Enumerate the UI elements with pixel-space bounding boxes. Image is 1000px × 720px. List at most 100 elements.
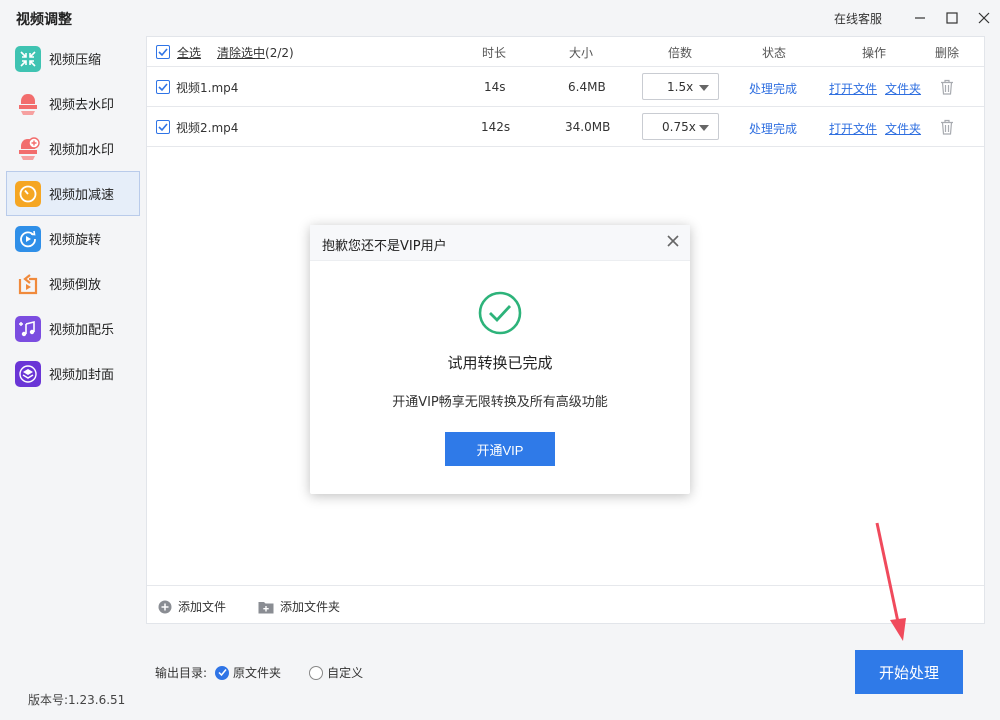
select-all-checkbox[interactable]: [156, 45, 170, 59]
add-folder-icon: [258, 601, 274, 613]
maximize-button[interactable]: [936, 0, 968, 36]
output-label: 输出目录:: [155, 666, 208, 680]
checkmark-icon: [158, 83, 168, 92]
dialog-header: 抱歉您还不是VIP用户: [310, 225, 690, 261]
start-process-button[interactable]: 开始处理: [855, 650, 963, 694]
header-delete: 删除: [935, 46, 960, 60]
file-name: 视频1.mp4: [176, 81, 239, 95]
sidebar-item-label: 视频加减速: [49, 188, 115, 203]
sidebar-item-label: 视频倒放: [49, 278, 102, 293]
table-row: 视频1.mp4 14s 6.4MB 1.5x 处理完成 打开文件 文件夹: [147, 67, 984, 107]
output-directory: 输出目录: 原文件夹 自定义: [155, 664, 363, 681]
sidebar: 视频压缩 视频去水印 视频加水印 视频加减速 视频旋转 视频倒放 视频加配乐 视…: [6, 36, 140, 396]
app-title: 视频调整: [16, 12, 72, 28]
table-header: 全选 清除选中(2/2) 时长 大小 倍数 状态 操作 删除: [147, 37, 984, 67]
file-duration: 142s: [481, 120, 511, 134]
header-status: 状态: [762, 46, 787, 60]
cover-icon: [15, 360, 41, 387]
sidebar-item-rotate[interactable]: 视频旋转: [6, 216, 140, 261]
clear-selected-link[interactable]: 清除选中: [217, 46, 265, 60]
compress-icon: [15, 45, 41, 72]
close-window-button[interactable]: [968, 0, 1000, 36]
option-custom-label: 自定义: [327, 666, 364, 680]
radio-original-folder[interactable]: [215, 665, 230, 680]
version-label: 版本号:1.23.6.51: [28, 693, 126, 707]
header-size: 大小: [569, 46, 594, 60]
sidebar-item-label: 视频加配乐: [49, 323, 115, 338]
sidebar-item-compress[interactable]: 视频压缩: [6, 36, 140, 81]
row-checkbox[interactable]: [156, 80, 170, 94]
open-file-link[interactable]: 打开文件: [829, 120, 877, 137]
file-size: 6.4MB: [568, 80, 606, 94]
open-folder-link[interactable]: 文件夹: [885, 80, 921, 97]
add-file-button[interactable]: 添加文件: [158, 598, 226, 615]
status-done: 处理完成: [749, 82, 798, 96]
sidebar-item-label: 视频压缩: [49, 53, 102, 68]
trash-icon: [941, 79, 953, 95]
minimize-icon: [915, 17, 925, 19]
pointer-arrow-icon: [875, 522, 906, 641]
reverse-icon: [15, 271, 41, 297]
vip-dialog: 抱歉您还不是VIP用户 试用转换已完成 开通VIP畅享无限转换及所有高级功能 开…: [310, 225, 690, 494]
sidebar-item-speed[interactable]: 视频加减速: [6, 171, 140, 216]
delete-button[interactable]: [939, 119, 955, 139]
add-watermark-icon: [15, 136, 41, 162]
radio-custom[interactable]: [309, 665, 324, 680]
add-folder-label: 添加文件夹: [280, 600, 341, 614]
select-all-link[interactable]: 全选: [177, 44, 201, 61]
open-file-link[interactable]: 打开文件: [829, 80, 877, 97]
title-bar: 视频调整 在线客服: [0, 0, 1000, 36]
list-footer: 添加文件 添加文件夹: [147, 585, 984, 624]
status-done: 处理完成: [749, 122, 798, 136]
close-icon: [667, 235, 679, 247]
open-folder-link[interactable]: 文件夹: [885, 120, 921, 137]
sidebar-item-music[interactable]: 视频加配乐: [6, 306, 140, 351]
header-action: 操作: [862, 46, 887, 60]
chevron-down-icon: [699, 125, 709, 131]
maximize-icon: [946, 12, 958, 24]
chevron-down-icon: [699, 85, 709, 91]
option-original-label: 原文件夹: [233, 666, 282, 680]
checkmark-icon: [158, 48, 168, 57]
add-folder-button[interactable]: 添加文件夹: [258, 598, 340, 615]
rotate-icon: [15, 225, 41, 252]
trash-icon: [941, 119, 953, 135]
sidebar-item-label: 视频加封面: [49, 368, 115, 383]
close-icon: [978, 12, 990, 24]
row-checkbox[interactable]: [156, 120, 170, 134]
sidebar-item-cover[interactable]: 视频加封面: [6, 351, 140, 396]
checkmark-icon: [158, 123, 168, 132]
music-icon: [15, 315, 41, 342]
sidebar-item-label: 视频去水印: [49, 98, 115, 113]
speed-select[interactable]: 1.5x: [642, 73, 719, 100]
dialog-message: 试用转换已完成: [447, 354, 553, 372]
file-size: 34.0MB: [565, 120, 611, 134]
sidebar-item-remove-watermark[interactable]: 视频去水印: [6, 81, 140, 126]
header-duration: 时长: [482, 46, 507, 60]
dialog-title: 抱歉您还不是VIP用户: [322, 239, 447, 254]
file-name: 视频2.mp4: [176, 121, 239, 135]
speed-select[interactable]: 0.75x: [642, 113, 719, 140]
file-duration: 14s: [484, 80, 506, 94]
sidebar-item-add-watermark[interactable]: 视频加水印: [6, 126, 140, 171]
sidebar-item-label: 视频旋转: [49, 233, 102, 248]
speed-value: 1.5x: [667, 80, 694, 94]
clear-selected-group: 清除选中(2/2): [217, 44, 294, 61]
header-speed: 倍数: [668, 46, 693, 60]
delete-button[interactable]: [939, 79, 955, 99]
open-vip-button[interactable]: 开通VIP: [445, 432, 555, 466]
sidebar-item-label: 视频加水印: [49, 143, 115, 158]
speed-icon: [15, 180, 41, 207]
dialog-close-button[interactable]: [666, 234, 680, 252]
selected-count: (2/2): [265, 46, 294, 60]
checkmark-icon: [218, 669, 227, 677]
remove-watermark-icon: [15, 91, 41, 117]
minimize-button[interactable]: [904, 0, 936, 36]
online-service-link[interactable]: 在线客服: [834, 10, 882, 27]
dialog-subtext: 开通VIP畅享无限转换及所有高级功能: [392, 395, 608, 410]
success-check-icon: [478, 291, 522, 335]
speed-value: 0.75x: [662, 120, 696, 134]
add-file-label: 添加文件: [178, 600, 227, 614]
table-row: 视频2.mp4 142s 34.0MB 0.75x 处理完成 打开文件 文件夹: [147, 107, 984, 147]
sidebar-item-reverse[interactable]: 视频倒放: [6, 261, 140, 306]
